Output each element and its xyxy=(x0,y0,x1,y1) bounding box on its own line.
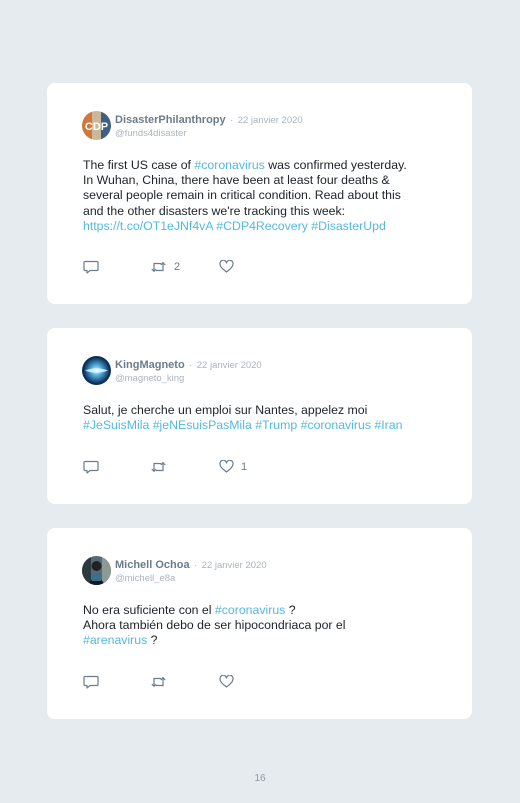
reply-button[interactable] xyxy=(83,675,106,689)
reply-icon xyxy=(83,260,99,274)
tweet-text-segment: Salut, je cherche un emploi sur Nantes, … xyxy=(83,403,368,417)
tweet-text-segment: several people remain in critical condit… xyxy=(83,188,401,203)
author-name[interactable]: DisasterPhilanthropy xyxy=(115,114,226,126)
tweet-text-segment: The first US case of xyxy=(83,158,195,172)
tweet-text-line: No era suficiente con el #coronavirus ? xyxy=(83,603,453,618)
tweet-date[interactable]: 22 janvier 2020 xyxy=(197,360,262,371)
tweet-header: Michell Ochoa · 22 janvier 2020 @michell… xyxy=(82,556,267,585)
tweet-text-line: In Wuhan, China, there have been at leas… xyxy=(83,173,453,188)
reply-button[interactable] xyxy=(83,260,106,274)
author-handle[interactable]: @magneto_king xyxy=(115,372,262,385)
tweet-text-segment: Ahora también debo de ser hipocondriaca … xyxy=(83,618,346,633)
tweet-text: Salut, je cherche un emploi sur Nantes, … xyxy=(83,403,453,433)
retweet-button[interactable]: 2 xyxy=(150,260,180,274)
tweet-text-line: #arenavirus ? xyxy=(83,633,453,648)
hashtag-link[interactable]: #coronavirus xyxy=(215,603,285,617)
hashtag-link[interactable]: #jeNEsuisPasMila xyxy=(153,418,252,432)
tweet-card: KingMagneto · 22 janvier 2020 @magneto_k… xyxy=(47,328,472,504)
like-icon xyxy=(219,460,234,473)
avatar[interactable] xyxy=(82,356,111,385)
svg-text:CDP: CDP xyxy=(85,121,108,133)
author-handle[interactable]: @michell_e8a xyxy=(115,572,267,585)
tweet-text-segment: was confirmed yesterday. xyxy=(264,158,407,172)
tweet-text-line: #JeSuisMila #jeNEsuisPasMila #Trump #cor… xyxy=(83,418,453,433)
like-button[interactable] xyxy=(219,260,241,273)
hashtag-link[interactable]: #DisasterUpd xyxy=(311,219,386,233)
tweet-text-segment: ? xyxy=(285,603,296,617)
hashtag-link[interactable]: #arenavirus xyxy=(83,633,147,647)
tweet-date[interactable]: 22 janvier 2020 xyxy=(202,560,267,571)
retweet-button[interactable] xyxy=(150,675,174,689)
tweet-text-segment: No era suficiente con el xyxy=(83,603,215,617)
reply-button[interactable] xyxy=(83,460,106,474)
tweet-card: Michell Ochoa · 22 janvier 2020 @michell… xyxy=(47,528,472,719)
retweet-icon xyxy=(150,675,167,689)
separator: · xyxy=(189,360,193,371)
author-name[interactable]: Michell Ochoa xyxy=(115,559,190,571)
tweet-text: The first US case of #coronavirus was co… xyxy=(83,158,453,234)
tweet-text-line: and the other disasters we're tracking t… xyxy=(83,204,453,219)
author-name[interactable]: KingMagneto xyxy=(115,359,185,371)
tweet-date[interactable]: 22 janvier 2020 xyxy=(238,115,303,126)
reply-icon xyxy=(83,460,99,474)
like-button[interactable] xyxy=(219,675,241,688)
tweet-link[interactable]: https://t.co/OT1eJNf4vA xyxy=(83,219,213,233)
tweet-text-segment: and the other disasters we're tracking t… xyxy=(83,203,346,218)
tweet-text-line: Salut, je cherche un emploi sur Nantes, … xyxy=(83,403,453,418)
avatar[interactable] xyxy=(82,556,111,585)
like-count: 1 xyxy=(241,460,248,473)
retweet-button[interactable] xyxy=(150,460,174,474)
tweet-text-line: The first US case of #coronavirus was co… xyxy=(83,158,453,173)
retweet-count: 2 xyxy=(174,261,181,273)
avatar[interactable]: CDP xyxy=(82,111,111,140)
hashtag-link[interactable]: #Trump xyxy=(255,418,297,432)
like-button[interactable]: 1 xyxy=(219,460,247,473)
retweet-icon xyxy=(150,460,167,474)
like-icon xyxy=(219,260,234,273)
tweet-text: No era suficiente con el #coronavirus ? A… xyxy=(83,603,453,649)
tweet-text-segment: ? xyxy=(147,633,158,648)
separator: · xyxy=(194,560,198,571)
tweet-text-line: https://t.co/OT1eJNf4vA #CDP4Recovery #D… xyxy=(83,219,453,234)
retweet-icon xyxy=(150,260,167,274)
hashtag-link[interactable]: #coronavirus xyxy=(194,158,264,172)
hashtag-link[interactable]: #CDP4Recovery xyxy=(216,219,308,233)
tweet-card: CDP DisasterPhilanthropy · 22 janvier 20… xyxy=(47,83,472,304)
page-number: 16 xyxy=(254,773,266,784)
separator: · xyxy=(230,115,234,126)
reply-icon xyxy=(83,675,99,689)
tweet-text-line: several people remain in critical condit… xyxy=(83,188,453,203)
tweet-text-line: Ahora también debo de ser hipocondriaca … xyxy=(83,618,453,633)
tweet-text-segment: In Wuhan, China, there have been at leas… xyxy=(83,173,390,188)
tweet-header: CDP DisasterPhilanthropy · 22 janvier 20… xyxy=(82,111,303,140)
hashtag-link[interactable]: #JeSuisMila xyxy=(83,418,149,432)
hashtag-link[interactable]: #Iran xyxy=(374,418,402,432)
hashtag-link[interactable]: #coronavirus xyxy=(301,418,371,432)
author-handle[interactable]: @funds4disaster xyxy=(115,127,303,140)
like-icon xyxy=(219,675,234,688)
tweet-header: KingMagneto · 22 janvier 2020 @magneto_k… xyxy=(82,356,262,385)
